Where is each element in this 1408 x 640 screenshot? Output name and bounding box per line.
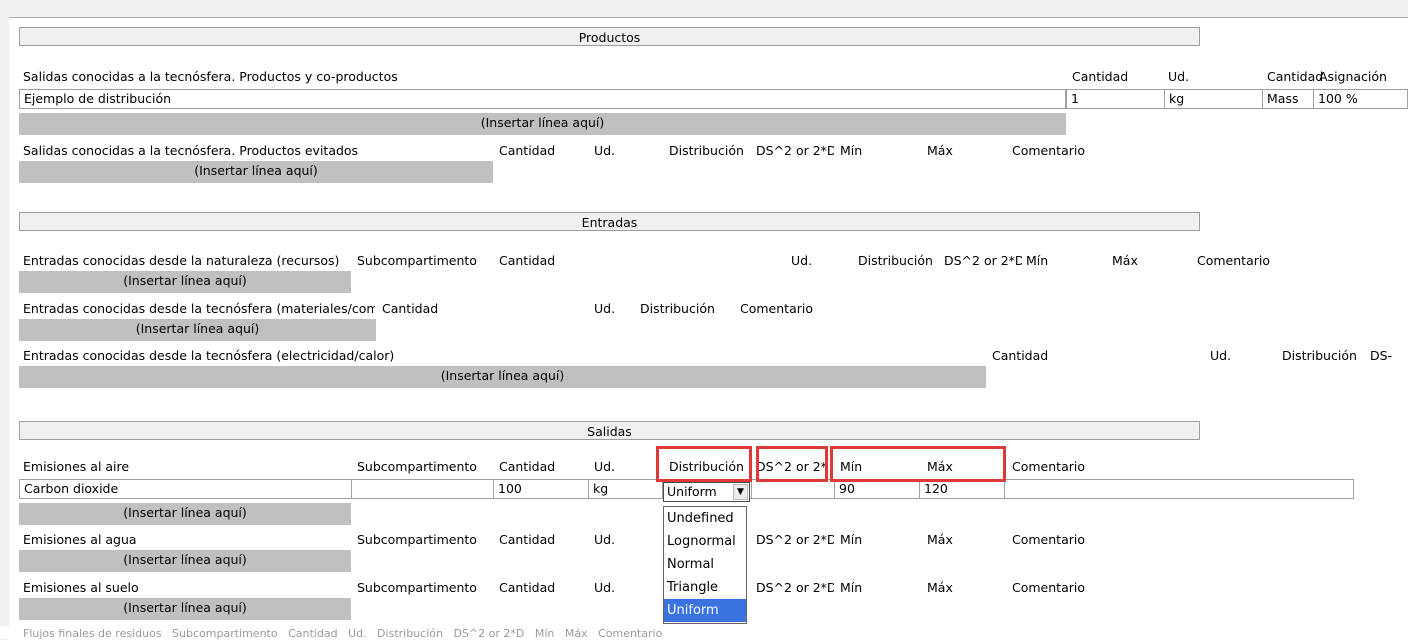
product-quantity-field[interactable]: 1 <box>1066 89 1165 109</box>
col-header-ud: Ud. <box>594 143 616 158</box>
partial-row-cut-off: Flujos finales de residuos Subcompartime… <box>0 626 1408 639</box>
section-header-salidas: Salidas <box>19 421 1200 440</box>
col-header-subcompartimento: Subcompartimento <box>357 253 477 268</box>
col-header-max: Máx <box>927 143 953 158</box>
distribution-select-value: Uniform <box>667 484 717 499</box>
col-header-ud: Ud. <box>1210 348 1232 363</box>
emission-min-field[interactable]: 90 <box>834 479 920 499</box>
col-header-distribucion: Distribución <box>640 301 715 316</box>
emission-ds-field[interactable] <box>751 479 835 499</box>
col-header-cantidad: Cantidad <box>499 143 556 158</box>
col-header-comentario: Comentario <box>740 301 813 316</box>
col-header-ud: Ud. <box>594 301 616 316</box>
dropdown-option-triangle[interactable]: Triangle <box>664 576 746 599</box>
product-name-field[interactable]: Ejemplo de distribución <box>19 89 1066 109</box>
col-header-distribucion: Distribución <box>1282 348 1357 363</box>
air-emissions-label: Emisiones al aire <box>23 459 130 474</box>
dropdown-option-undefined[interactable]: Undefined <box>664 507 746 530</box>
col-header-cantidad: Cantidad <box>992 348 1049 363</box>
col-header-comentario: Comentario <box>1012 580 1085 595</box>
insert-row-air[interactable]: (Insertar línea aquí) <box>19 503 351 525</box>
emission-max-field[interactable]: 120 <box>919 479 1005 499</box>
col-header-min: Mín <box>840 532 863 547</box>
nature-inputs-label: Entradas conocidas desde la naturaleza (… <box>23 253 340 268</box>
col-header-max: Máx <box>927 532 953 547</box>
product-allocation-field[interactable]: 100 % <box>1313 89 1408 109</box>
col-header-comentario: Comentario <box>1012 143 1085 158</box>
highlight-distribucion <box>656 446 752 482</box>
col-header-max: Máx <box>927 580 953 595</box>
highlight-ds <box>756 446 828 482</box>
col-header-cantidad: Cantidad <box>1072 69 1129 84</box>
col-header-asignacion: Asignación <box>1319 69 1387 84</box>
insert-row-water[interactable]: (Insertar línea aquí) <box>19 550 351 572</box>
avoided-products-label: Salidas conocidas a la tecnósfera. Produ… <box>23 143 359 158</box>
col-header-cantidad: Cantidad <box>499 459 556 474</box>
col-header-subcompartimento: Subcompartimento <box>357 580 477 595</box>
col-header-subcompartimento: Subcompartimento <box>357 459 477 474</box>
col-header-cantidad: Cantidad <box>499 532 556 547</box>
emission-name-field[interactable]: Carbon dioxide <box>19 479 352 499</box>
col-header-ud: Ud. <box>594 532 616 547</box>
soil-emissions-label: Emisiones al suelo <box>23 580 139 595</box>
col-header-ud: Ud. <box>594 459 616 474</box>
known-outputs-label: Salidas conocidas a la tecnósfera. Produ… <box>23 69 398 84</box>
col-header-ud: Ud. <box>791 253 813 268</box>
col-header-subcompartimento: Subcompartimento <box>357 532 477 547</box>
col-header-max: Máx <box>1112 253 1138 268</box>
col-header-min: Mín <box>840 580 863 595</box>
emission-unit-field[interactable]: kg <box>588 479 663 499</box>
electricity-inputs-label: Entradas conocidas desde la tecnósfera (… <box>23 348 395 363</box>
section-header-entradas: Entradas <box>19 212 1200 231</box>
col-header-ds: DS^2 or 2*D <box>756 532 834 547</box>
insert-row-electricity[interactable]: (Insertar línea aquí) <box>19 366 986 388</box>
product-unit-field[interactable]: kg <box>1164 89 1263 109</box>
material-inputs-label: Entradas conocidas desde la tecnósfera (… <box>23 301 375 316</box>
emission-quantity-field[interactable]: 100 <box>493 479 589 499</box>
distribution-select[interactable]: Uniform ▼ <box>663 482 750 502</box>
col-header-ds: DS^2 or 2*D <box>756 143 834 158</box>
water-emissions-label: Emisiones al agua <box>23 532 137 547</box>
insert-row-products[interactable]: (Insertar línea aquí) <box>19 113 1066 135</box>
dropdown-option-normal[interactable]: Normal <box>664 553 746 576</box>
insert-row-soil[interactable]: (Insertar línea aquí) <box>19 598 351 620</box>
emission-comment-field[interactable] <box>1004 479 1354 499</box>
insert-row-materials[interactable]: (Insertar línea aquí) <box>19 319 376 341</box>
col-header-distribucion: Distribución <box>669 143 744 158</box>
col-header-cantidad-2: Cantidad <box>1267 69 1324 84</box>
col-header-comentario: Comentario <box>1012 459 1085 474</box>
emission-subcompartment-field[interactable] <box>351 479 494 499</box>
product-quantity2-field[interactable]: Mass <box>1262 89 1314 109</box>
col-header-min: Mín <box>840 143 863 158</box>
insert-row-avoided[interactable]: (Insertar línea aquí) <box>19 161 493 183</box>
highlight-min-max <box>830 446 1006 482</box>
col-header-comentario: Comentario <box>1012 532 1085 547</box>
col-header-distribucion: Distribución <box>858 253 933 268</box>
col-header-cantidad: Cantidad <box>382 301 439 316</box>
col-header-cantidad: Cantidad <box>499 580 556 595</box>
col-header-ud: Ud. <box>594 580 616 595</box>
col-header-min: Mín <box>1026 253 1049 268</box>
col-header-ud: Ud. <box>1168 69 1190 84</box>
section-header-productos: Productos <box>19 27 1200 46</box>
partial-row-text: Flujos finales de residuos Subcompartime… <box>23 627 663 640</box>
dropdown-option-uniform[interactable]: Uniform <box>664 599 746 622</box>
col-header-comentario: Comentario <box>1197 253 1270 268</box>
distribution-dropdown-list[interactable]: Undefined Lognormal Normal Triangle Unif… <box>663 506 747 624</box>
insert-row-nature[interactable]: (Insertar línea aquí) <box>19 271 351 293</box>
col-header-cantidad: Cantidad <box>499 253 556 268</box>
chevron-down-icon[interactable]: ▼ <box>733 484 748 500</box>
dropdown-option-lognormal[interactable]: Lognormal <box>664 530 746 553</box>
col-header-ds: DS^2 or 2*D <box>756 580 834 595</box>
col-header-ds: DS^2 or 2*D <box>944 253 1022 268</box>
col-header-ds: DS- <box>1370 348 1393 363</box>
